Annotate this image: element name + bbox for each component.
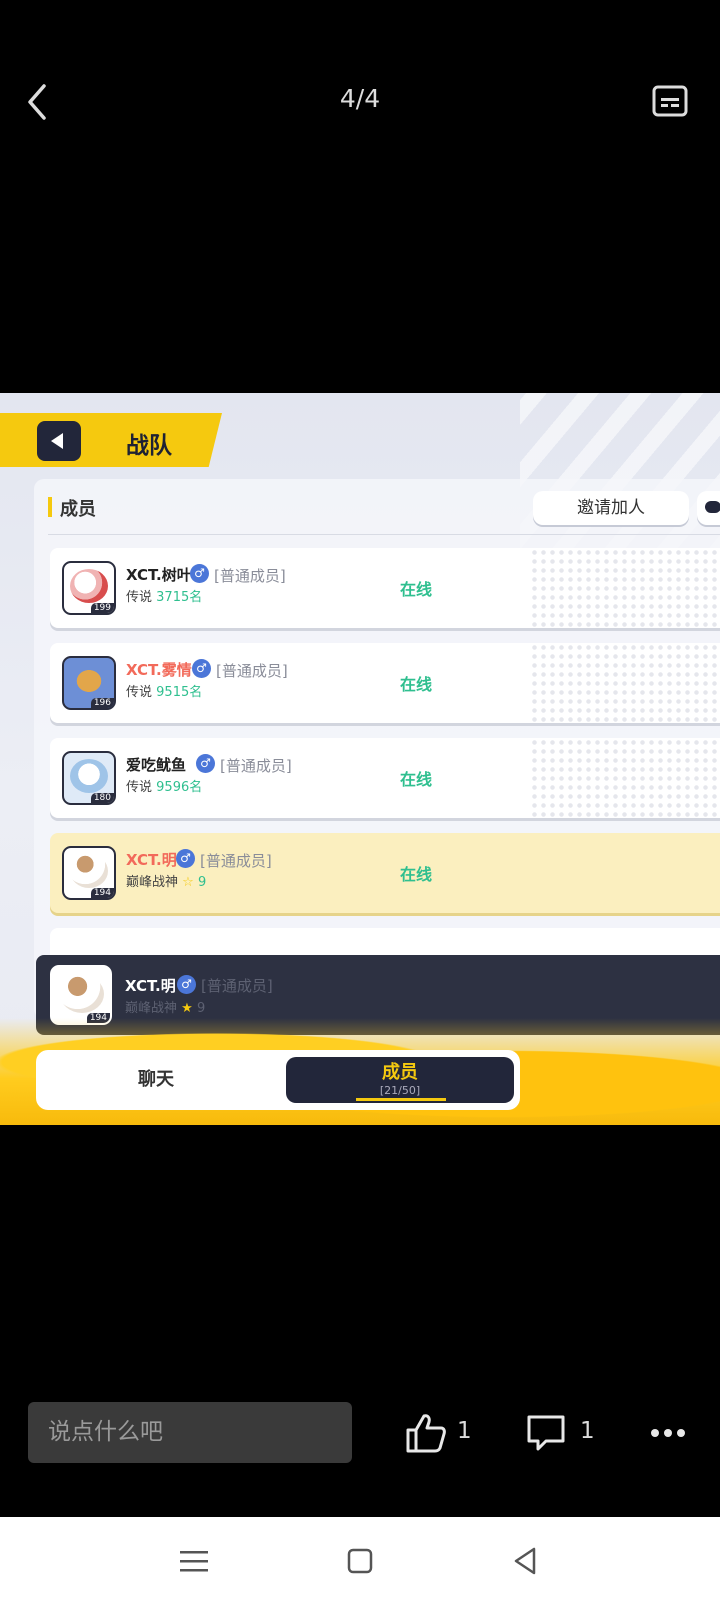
level-badge: 196 [90, 698, 114, 708]
online-status: 在线 [400, 580, 433, 599]
self-name: XCT.明 [125, 977, 176, 995]
section-title: 成员 [60, 499, 96, 520]
member-row-highlighted[interactable]: 194 XCT.明 ♂ [普通成员] 巅峰战神 ☆ 9 在线 [50, 833, 720, 913]
tab-members-label: 成员 [382, 1062, 418, 1083]
member-title: 传说 [126, 590, 153, 605]
row-decoration [530, 738, 720, 818]
divider [48, 534, 720, 535]
game-header-title: 战队 [126, 433, 172, 459]
member-row[interactable]: 196 XCT.雾情 ♂ [普通成员] 传说 9515名 在线 [50, 643, 720, 723]
menu-icon[interactable] [176, 1543, 212, 1579]
invite-button[interactable]: 邀请加人 [533, 491, 689, 525]
viewer-top-bar: 4/4 [0, 0, 720, 200]
star-icon: ☆ [182, 875, 194, 890]
member-title: 传说 [126, 685, 153, 700]
header-tab [0, 413, 222, 467]
level-badge: 199 [90, 603, 114, 613]
self-rank: 9 [196, 1001, 206, 1016]
member-row[interactable]: 199 XCT.树叶 ♂ [普通成员] 传说 3715名 在线 [50, 548, 720, 628]
self-subline: 巅峰战神 ★ 9 [125, 997, 205, 1016]
member-subline: 传说 9596名 [126, 776, 202, 795]
tab-members[interactable]: 成员 [21/50] [286, 1057, 514, 1103]
online-status: 在线 [400, 675, 433, 694]
member-role: [普通成员] [214, 567, 286, 585]
avatar-art [70, 569, 108, 603]
member-rank: 9 [197, 875, 207, 890]
row-decoration [530, 643, 720, 723]
online-status: 在线 [400, 865, 433, 884]
game-screenshot: 战队 成员 邀请加人 199 XCT.树叶 ♂ [普通成员] 传说 3715名 … [0, 393, 720, 1125]
self-role: [普通成员] [201, 977, 273, 995]
member-rank: 9596名 [156, 780, 203, 795]
member-title: 传说 [126, 780, 153, 795]
comment-count: 1 [580, 1418, 595, 1444]
member-role: [普通成员] [220, 757, 292, 775]
male-icon: ♂ [196, 754, 215, 773]
member-name: XCT.树叶 [126, 566, 192, 584]
member-role: [普通成员] [216, 662, 288, 680]
tab-members-count: [21/50] [379, 1084, 421, 1097]
thumbs-up-icon[interactable] [404, 1412, 448, 1454]
male-icon: ♂ [176, 849, 195, 868]
caption-icon[interactable] [652, 85, 688, 117]
star-icon: ★ [181, 1001, 193, 1016]
back-triangle-icon[interactable] [508, 1543, 544, 1579]
level-badge: 194 [90, 888, 114, 898]
avatar: 199 [62, 561, 116, 615]
member-subline: 传说 3715名 [126, 586, 202, 605]
male-icon: ♂ [192, 659, 211, 678]
avatar: 194 [50, 965, 112, 1025]
tab-bar: 聊天 成员 [21/50] [36, 1050, 520, 1110]
comment-icon[interactable] [526, 1414, 566, 1452]
avatar-art [70, 664, 108, 698]
image-viewer: 4/4 战队 成员 邀请加人 199 XCT.树叶 ♂ [普通成员] 传说 37… [0, 0, 720, 1605]
avatar-art [70, 854, 108, 888]
cloud-icon[interactable] [697, 491, 720, 525]
male-icon: ♂ [177, 975, 196, 994]
section-accent [48, 497, 52, 517]
male-icon: ♂ [190, 564, 209, 583]
member-name: 爱吃鱿鱼 [126, 756, 187, 774]
row-decoration [530, 548, 720, 628]
member-role: [普通成员] [200, 852, 272, 870]
level-badge: 180 [90, 793, 114, 803]
tab-underline [356, 1098, 446, 1101]
game-back-icon[interactable] [37, 421, 81, 461]
self-title: 巅峰战神 [125, 1001, 178, 1016]
member-row[interactable]: 180 爱吃鱿鱼 ♂ [普通成员] 传说 9596名 在线 [50, 738, 720, 818]
member-name: XCT.明 [126, 851, 177, 869]
member-subline: 传说 9515名 [126, 681, 202, 700]
online-status: 在线 [400, 770, 433, 789]
more-icon[interactable] [650, 1420, 686, 1446]
member-rank: 9515名 [156, 685, 203, 700]
member-rank: 3715名 [156, 590, 203, 605]
home-icon[interactable] [342, 1543, 378, 1579]
avatar: 196 [62, 656, 116, 710]
avatar-art [60, 975, 104, 1013]
member-subline: 巅峰战神 ☆ 9 [126, 871, 206, 890]
tab-chat[interactable]: 聊天 [36, 1050, 276, 1110]
system-nav-bar [0, 1517, 720, 1605]
member-name: XCT.雾情 [126, 661, 192, 679]
like-count: 1 [457, 1418, 472, 1444]
member-title: 巅峰战神 [126, 875, 179, 890]
avatar-art [70, 759, 108, 793]
page-counter: 4/4 [339, 84, 381, 113]
comment-input[interactable]: 说点什么吧 [28, 1402, 352, 1463]
avatar: 194 [62, 846, 116, 900]
avatar: 180 [62, 751, 116, 805]
